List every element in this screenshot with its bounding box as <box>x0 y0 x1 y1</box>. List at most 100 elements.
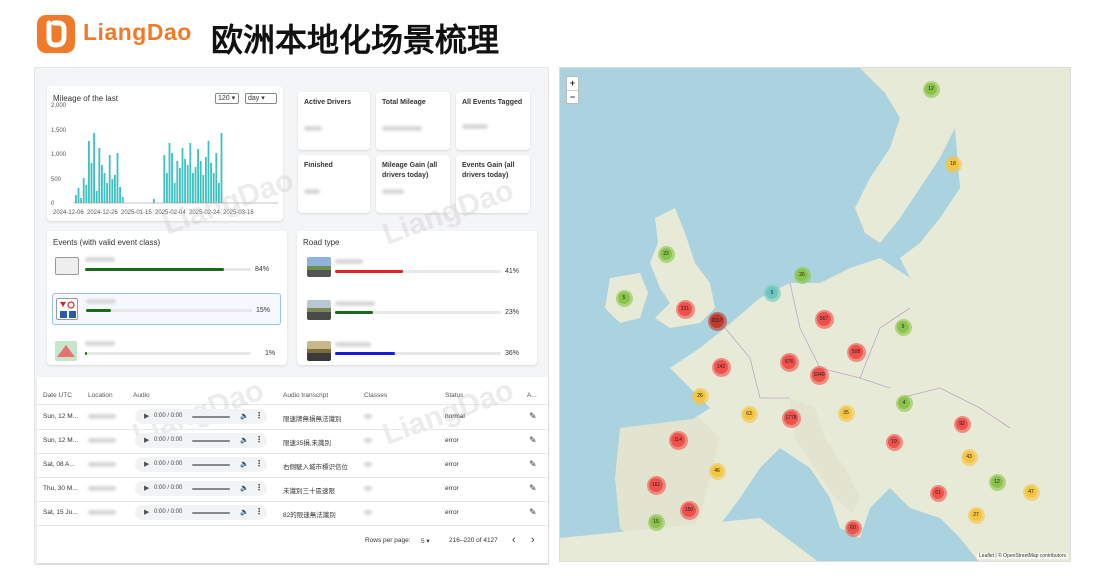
volume-icon[interactable]: 🔈 <box>240 484 249 492</box>
col-location[interactable]: Location <box>88 392 113 399</box>
audio-progress[interactable] <box>192 488 230 490</box>
play-icon[interactable]: ▶ <box>144 508 149 516</box>
volume-icon[interactable]: 🔈 <box>240 412 249 420</box>
more-options-icon[interactable]: ⋮ <box>255 483 263 492</box>
marker-cluster[interactable]: 161 <box>646 475 666 495</box>
edit-icon[interactable]: ✎ <box>529 483 537 494</box>
marker-cluster[interactable]: 35 <box>837 404 855 422</box>
marker-cluster[interactable]: 12 <box>988 473 1006 491</box>
marker-cluster[interactable]: 1040 <box>809 365 829 385</box>
marker-cluster[interactable]: 876 <box>779 352 799 372</box>
marker-cluster[interactable]: 1778 <box>781 408 801 428</box>
more-options-icon[interactable]: ⋮ <box>255 435 263 444</box>
marker-cluster[interactable]: 46 <box>708 462 726 480</box>
y-tick-label: 0 <box>51 201 55 207</box>
play-icon[interactable]: ▶ <box>144 412 149 420</box>
cluster-count: 47 <box>1025 486 1037 498</box>
col-actions[interactable]: A... <box>527 392 537 399</box>
marker-cluster[interactable]: 63 <box>740 405 758 423</box>
volume-icon[interactable]: 🔈 <box>240 460 249 468</box>
x-tick-label: 2024-12-06 <box>53 210 84 216</box>
redacted-label <box>335 301 375 306</box>
marker-cluster[interactable]: 231 <box>675 299 695 319</box>
col-date[interactable]: Date UTC <box>43 392 72 399</box>
unit-select[interactable]: day ▾ <box>245 93 277 104</box>
prev-page-button[interactable]: ‹ <box>512 534 516 546</box>
cell-transcript: 82的限速無法識別 <box>283 512 336 519</box>
marker-cluster[interactable]: 142 <box>711 357 731 377</box>
audio-progress[interactable] <box>192 416 230 418</box>
play-icon[interactable]: ▶ <box>144 484 149 492</box>
marker-cluster[interactable]: 27 <box>967 506 985 524</box>
marker-cluster[interactable]: 26 <box>691 387 709 405</box>
mileage-bar <box>179 168 181 203</box>
col-status[interactable]: Status <box>445 392 463 399</box>
marker-cluster[interactable]: 150 <box>679 500 699 520</box>
volume-icon[interactable]: 🔈 <box>240 508 249 516</box>
europe-map[interactable]: + − 12 18 22 5 26 5 231 2017 567 9 876 508 142 1040 26… <box>559 67 1071 562</box>
more-options-icon[interactable]: ⋮ <box>255 459 263 468</box>
marker-cluster[interactable]: 15 <box>647 513 665 531</box>
cell-transcript: 未識別三十區速限 <box>283 488 335 495</box>
audio-progress[interactable] <box>192 512 230 514</box>
row-divider <box>37 525 547 526</box>
zoom-out-button[interactable]: − <box>567 91 578 104</box>
audio-progress[interactable] <box>192 464 230 466</box>
cluster-count: 12 <box>925 83 937 95</box>
more-options-icon[interactable]: ⋮ <box>255 411 263 420</box>
marker-cluster[interactable]: 47 <box>1022 483 1040 501</box>
next-page-button[interactable]: › <box>531 534 535 546</box>
marker-cluster[interactable]: 567 <box>814 309 834 329</box>
audio-player[interactable]: ▶ 0:00 / 0:00 🔈 ⋮ <box>135 409 267 424</box>
total-mileage-card: Total Mileage <box>376 92 450 150</box>
marker-cluster[interactable]: 60 <box>844 519 862 537</box>
zoom-in-button[interactable]: + <box>567 77 578 90</box>
y-tick-label: 500 <box>51 176 62 183</box>
edit-icon[interactable]: ✎ <box>529 459 537 470</box>
rows-per-page-select[interactable]: 5 ▾ <box>421 537 430 545</box>
marker-cluster[interactable]: 19 <box>885 433 903 451</box>
edit-icon[interactable]: ✎ <box>529 411 537 422</box>
edit-icon[interactable]: ✎ <box>529 435 537 446</box>
cluster-count: 61 <box>932 487 944 499</box>
marker-cluster[interactable]: 2017 <box>707 311 727 331</box>
marker-cluster[interactable]: 92 <box>953 415 971 433</box>
col-audio[interactable]: Audio <box>133 392 150 399</box>
marker-cluster[interactable]: 9 <box>894 318 912 336</box>
audio-player[interactable]: ▶ 0:00 / 0:00 🔈 ⋮ <box>135 505 267 520</box>
mileage-bar <box>171 153 173 203</box>
marker-cluster[interactable]: 12 <box>922 80 940 98</box>
mileage-bar <box>108 155 111 203</box>
marker-cluster[interactable]: 22 <box>657 245 675 263</box>
cell-transcript: 限速35損,未識別 <box>283 440 332 447</box>
play-icon[interactable]: ▶ <box>144 460 149 468</box>
event-row-2[interactable]: 15% <box>52 293 281 325</box>
audio-player[interactable]: ▶ 0:00 / 0:00 🔈 ⋮ <box>135 457 267 472</box>
marker-cluster[interactable]: 18 <box>944 155 962 173</box>
volume-icon[interactable]: 🔈 <box>240 436 249 444</box>
marker-cluster[interactable]: 5 <box>615 289 633 307</box>
marker-cluster[interactable]: 508 <box>846 342 866 362</box>
redacted-label <box>335 342 371 347</box>
marker-cluster[interactable]: 4 <box>895 394 913 412</box>
edit-icon[interactable]: ✎ <box>529 507 537 518</box>
cell-date: Sat, 08 A... <box>43 461 75 468</box>
more-options-icon[interactable]: ⋮ <box>255 507 263 516</box>
audio-player[interactable]: ▶ 0:00 / 0:00 🔈 ⋮ <box>135 481 267 496</box>
audio-progress[interactable] <box>192 440 230 442</box>
marker-cluster[interactable]: 5 <box>763 284 781 302</box>
mileage-gain-card: Mileage Gain (all drivers today) <box>376 155 450 213</box>
marker-cluster[interactable]: 61 <box>929 484 947 502</box>
audio-player[interactable]: ▶ 0:00 / 0:00 🔈 ⋮ <box>135 433 267 448</box>
map-attribution[interactable]: Leaflet | © OpenStreetMap contributors <box>977 553 1068 559</box>
col-transcript[interactable]: Audio transcript <box>283 392 328 399</box>
mileage-bar <box>163 155 166 203</box>
range-select[interactable]: 120 ▾ <box>215 93 239 104</box>
marker-cluster[interactable]: 114 <box>668 430 688 450</box>
col-classes[interactable]: Classes <box>364 392 387 399</box>
mileage-bar <box>153 199 155 203</box>
marker-cluster[interactable]: 26 <box>793 266 811 284</box>
play-icon[interactable]: ▶ <box>144 436 149 444</box>
mileage-bar <box>114 175 116 203</box>
marker-cluster[interactable]: 43 <box>960 448 978 466</box>
